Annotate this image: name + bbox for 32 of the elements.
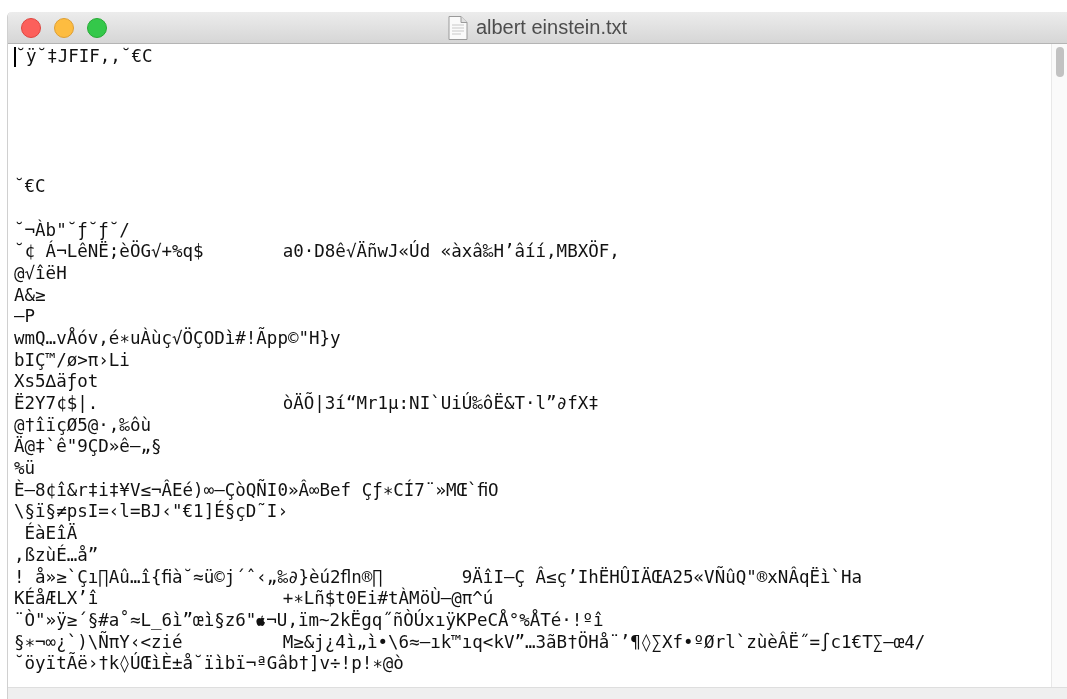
text-line: \§ï§≠psI=‹l=BJ‹"€1]É§çD˜I›: [14, 501, 288, 523]
text-line: @√îëH: [14, 262, 67, 285]
text-line: ˘öyïtÃë›†k◊ÚŒìÈ±å˘ïìbï¬ªGâb†]v÷!p!∗@ò: [14, 653, 404, 675]
text-line: ˘¢ Á¬LêNË;èÖG√+%q$ a0·D8ê√ÄñwJ«Úd «àxâ‰H’âíí,MBXÖF,: [14, 241, 620, 263]
text-line: ˘€C: [14, 176, 46, 198]
text-line: ˘¬Àb"˘ƒ˘ƒ˘/: [14, 219, 130, 241]
scroll-bar[interactable]: [1051, 44, 1067, 687]
scroll-thumb[interactable]: [1055, 47, 1064, 77]
text-line: ,ßzùÉ…å”: [14, 544, 99, 567]
text-line: Ä@‡`ê"9ÇD»ê–„§: [14, 436, 162, 459]
line-text: ¬U,ïm~2kËgq˝ñÒÚxıÿKPeCÅ°%ÅTé·!ºî: [266, 609, 604, 631]
line-text: ¨Ò"»ÿ≥´§#a˚≈L_6ì”œì§z6": [14, 609, 257, 631]
text-line: Ë2Y7¢$|. òÄÕ|3í“Mr1µ:NI`UiÚ‰ôË&T·l”∂fX‡: [14, 393, 599, 415]
text-line: A&≥: [14, 284, 46, 307]
text-line: KÉåÆLX’î +∗Lñ$t0Ei#tÀMöÙ—@π^ú: [14, 588, 494, 609]
text-line: §∗¬∞¿`)\ÑπY‹<zié M≥&j¿4ì„ì•\6≈–ık™ıq<kV”…3ãB†ÖHå¨’¶◊∑Xf•ºØrl`zùèÂË˝=∫c1€T∑–œ4/: [14, 631, 926, 653]
zoom-button[interactable]: [87, 17, 107, 38]
close-button[interactable]: [21, 17, 41, 38]
text-line: ˘ÿ˘‡JFIF,,˘€C: [15, 46, 153, 68]
document-icon: [447, 15, 468, 40]
text-line: Xs5∆äƒot: [14, 371, 99, 393]
window-title: albert einstein.txt: [475, 16, 628, 39]
text-line: ! å»≥`Çı∏Aû…î{ﬁà˘≈ü©j´ˆ‹„‰∂}èú2ﬂn®∏ 9ÄîI–Ç Â≤ç’IhËHÛIÄŒA25«VÑûQ"®xNÂqËì`Ha: [14, 566, 863, 587]
text-line: ÉàEîÄ: [24, 523, 78, 544]
text-line: wmQ…vÅóv,é∗uÀùç√ÖÇODì#!Ãpp©"H}y: [14, 327, 341, 350]
text-line: %ü: [14, 458, 36, 479]
text-line: @†îïçØ5@·,‰ôù: [14, 414, 151, 436]
apple-icon: [256, 614, 267, 627]
minimize-button[interactable]: [54, 17, 74, 38]
text-line: bIÇ™/ø>π›Li: [14, 349, 130, 372]
text-line: —P: [14, 306, 36, 327]
text-line: È–8¢î&r‡i‡¥V≤¬ÂEé)∞–ÇòQÑI0»Â∞Bef Çƒ∗CÍ7¨»MŒ`ﬁO: [14, 479, 499, 501]
